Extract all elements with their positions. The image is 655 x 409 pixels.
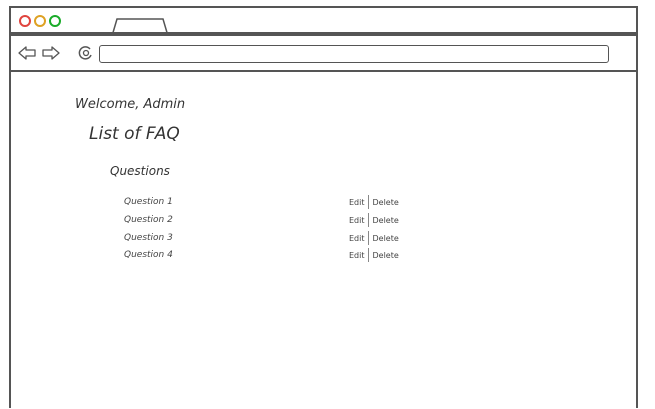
edit-link[interactable]: Edit bbox=[349, 251, 365, 260]
question-label[interactable]: Question 3 bbox=[124, 233, 173, 243]
edit-link[interactable]: Edit bbox=[349, 234, 365, 243]
title-bar bbox=[9, 6, 638, 36]
back-arrow-icon[interactable] bbox=[17, 45, 37, 61]
forward-arrow-icon[interactable] bbox=[41, 45, 61, 61]
row-actions: Edit Delete bbox=[349, 248, 399, 262]
reload-icon[interactable] bbox=[77, 45, 95, 61]
action-divider bbox=[367, 248, 369, 262]
question-label[interactable]: Question 4 bbox=[124, 250, 173, 260]
question-row: Question 4 Edit Delete bbox=[124, 248, 424, 265]
edit-link[interactable]: Edit bbox=[349, 198, 365, 207]
question-row: Question 3 Edit Delete bbox=[124, 231, 424, 248]
edit-link[interactable]: Edit bbox=[349, 216, 365, 225]
welcome-message: Welcome, Admin bbox=[75, 97, 186, 112]
question-label[interactable]: Question 1 bbox=[124, 197, 173, 207]
row-actions: Edit Delete bbox=[349, 231, 399, 245]
question-row: Question 2 Edit Delete bbox=[124, 213, 424, 230]
maximize-window-button[interactable] bbox=[49, 15, 61, 27]
minimize-window-button[interactable] bbox=[34, 15, 46, 27]
delete-link[interactable]: Delete bbox=[373, 251, 399, 260]
action-divider bbox=[367, 195, 369, 209]
close-window-button[interactable] bbox=[19, 15, 31, 27]
delete-link[interactable]: Delete bbox=[373, 216, 399, 225]
questions-heading: Questions bbox=[110, 164, 170, 178]
url-input[interactable] bbox=[99, 45, 609, 63]
row-actions: Edit Delete bbox=[349, 195, 399, 209]
address-bar bbox=[9, 34, 638, 72]
question-label[interactable]: Question 2 bbox=[124, 215, 173, 225]
page-title: List of FAQ bbox=[89, 124, 180, 144]
delete-link[interactable]: Delete bbox=[373, 198, 399, 207]
action-divider bbox=[367, 213, 369, 227]
row-actions: Edit Delete bbox=[349, 213, 399, 227]
question-row: Question 1 Edit Delete bbox=[124, 195, 424, 212]
delete-link[interactable]: Delete bbox=[373, 234, 399, 243]
action-divider bbox=[367, 231, 369, 245]
